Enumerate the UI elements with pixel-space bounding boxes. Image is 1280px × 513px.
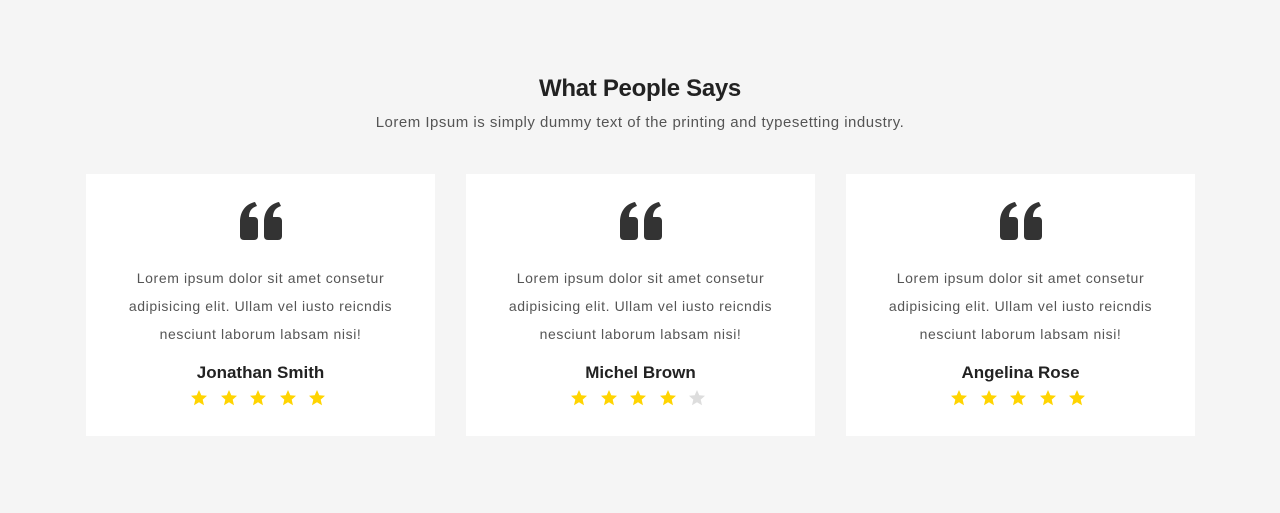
testimonial-card: Lorem ipsum dolor sit amet consetur adip…: [846, 174, 1195, 436]
testimonial-quote: Lorem ipsum dolor sit amet consetur adip…: [508, 270, 773, 342]
star-filled-icon: [629, 389, 647, 407]
star-filled-icon: [190, 389, 208, 407]
author-name: Angelina Rose: [961, 363, 1080, 382]
star-rating: [570, 389, 712, 409]
star-rating: [950, 389, 1092, 409]
section-subtitle: Lorem Ipsum is simply dummy text of the …: [375, 114, 905, 131]
star-filled-icon: [279, 389, 297, 407]
star-filled-icon: [1068, 389, 1086, 407]
star-filled-icon: [980, 389, 998, 407]
testimonial-quote: Lorem ipsum dolor sit amet consetur adip…: [888, 270, 1153, 342]
testimonials-section: What People Says Lorem Ipsum is simply d…: [0, 0, 1280, 513]
star-filled-icon: [249, 389, 267, 407]
testimonial-card: Lorem ipsum dolor sit amet consetur adip…: [466, 174, 815, 436]
star-filled-icon: [220, 389, 238, 407]
star-filled-icon: [950, 389, 968, 407]
star-filled-icon: [600, 389, 618, 407]
quote-icon: [618, 202, 664, 240]
testimonial-quote: Lorem ipsum dolor sit amet consetur adip…: [128, 270, 393, 342]
testimonial-card: Lorem ipsum dolor sit amet consetur adip…: [86, 174, 435, 436]
star-filled-icon: [1039, 389, 1057, 407]
star-filled-icon: [570, 389, 588, 407]
quote-icon: [998, 202, 1044, 240]
star-filled-icon: [659, 389, 677, 407]
star-filled-icon: [1009, 389, 1027, 407]
testimonial-cards: Lorem ipsum dolor sit amet consetur adip…: [86, 174, 1195, 436]
author-name: Jonathan Smith: [196, 363, 325, 382]
star-rating: [190, 389, 332, 409]
section-title: What People Says: [539, 75, 741, 102]
author-name: Michel Brown: [585, 363, 696, 382]
quote-icon: [238, 202, 284, 240]
star-filled-icon: [308, 389, 326, 407]
star-empty-icon: [688, 389, 706, 407]
